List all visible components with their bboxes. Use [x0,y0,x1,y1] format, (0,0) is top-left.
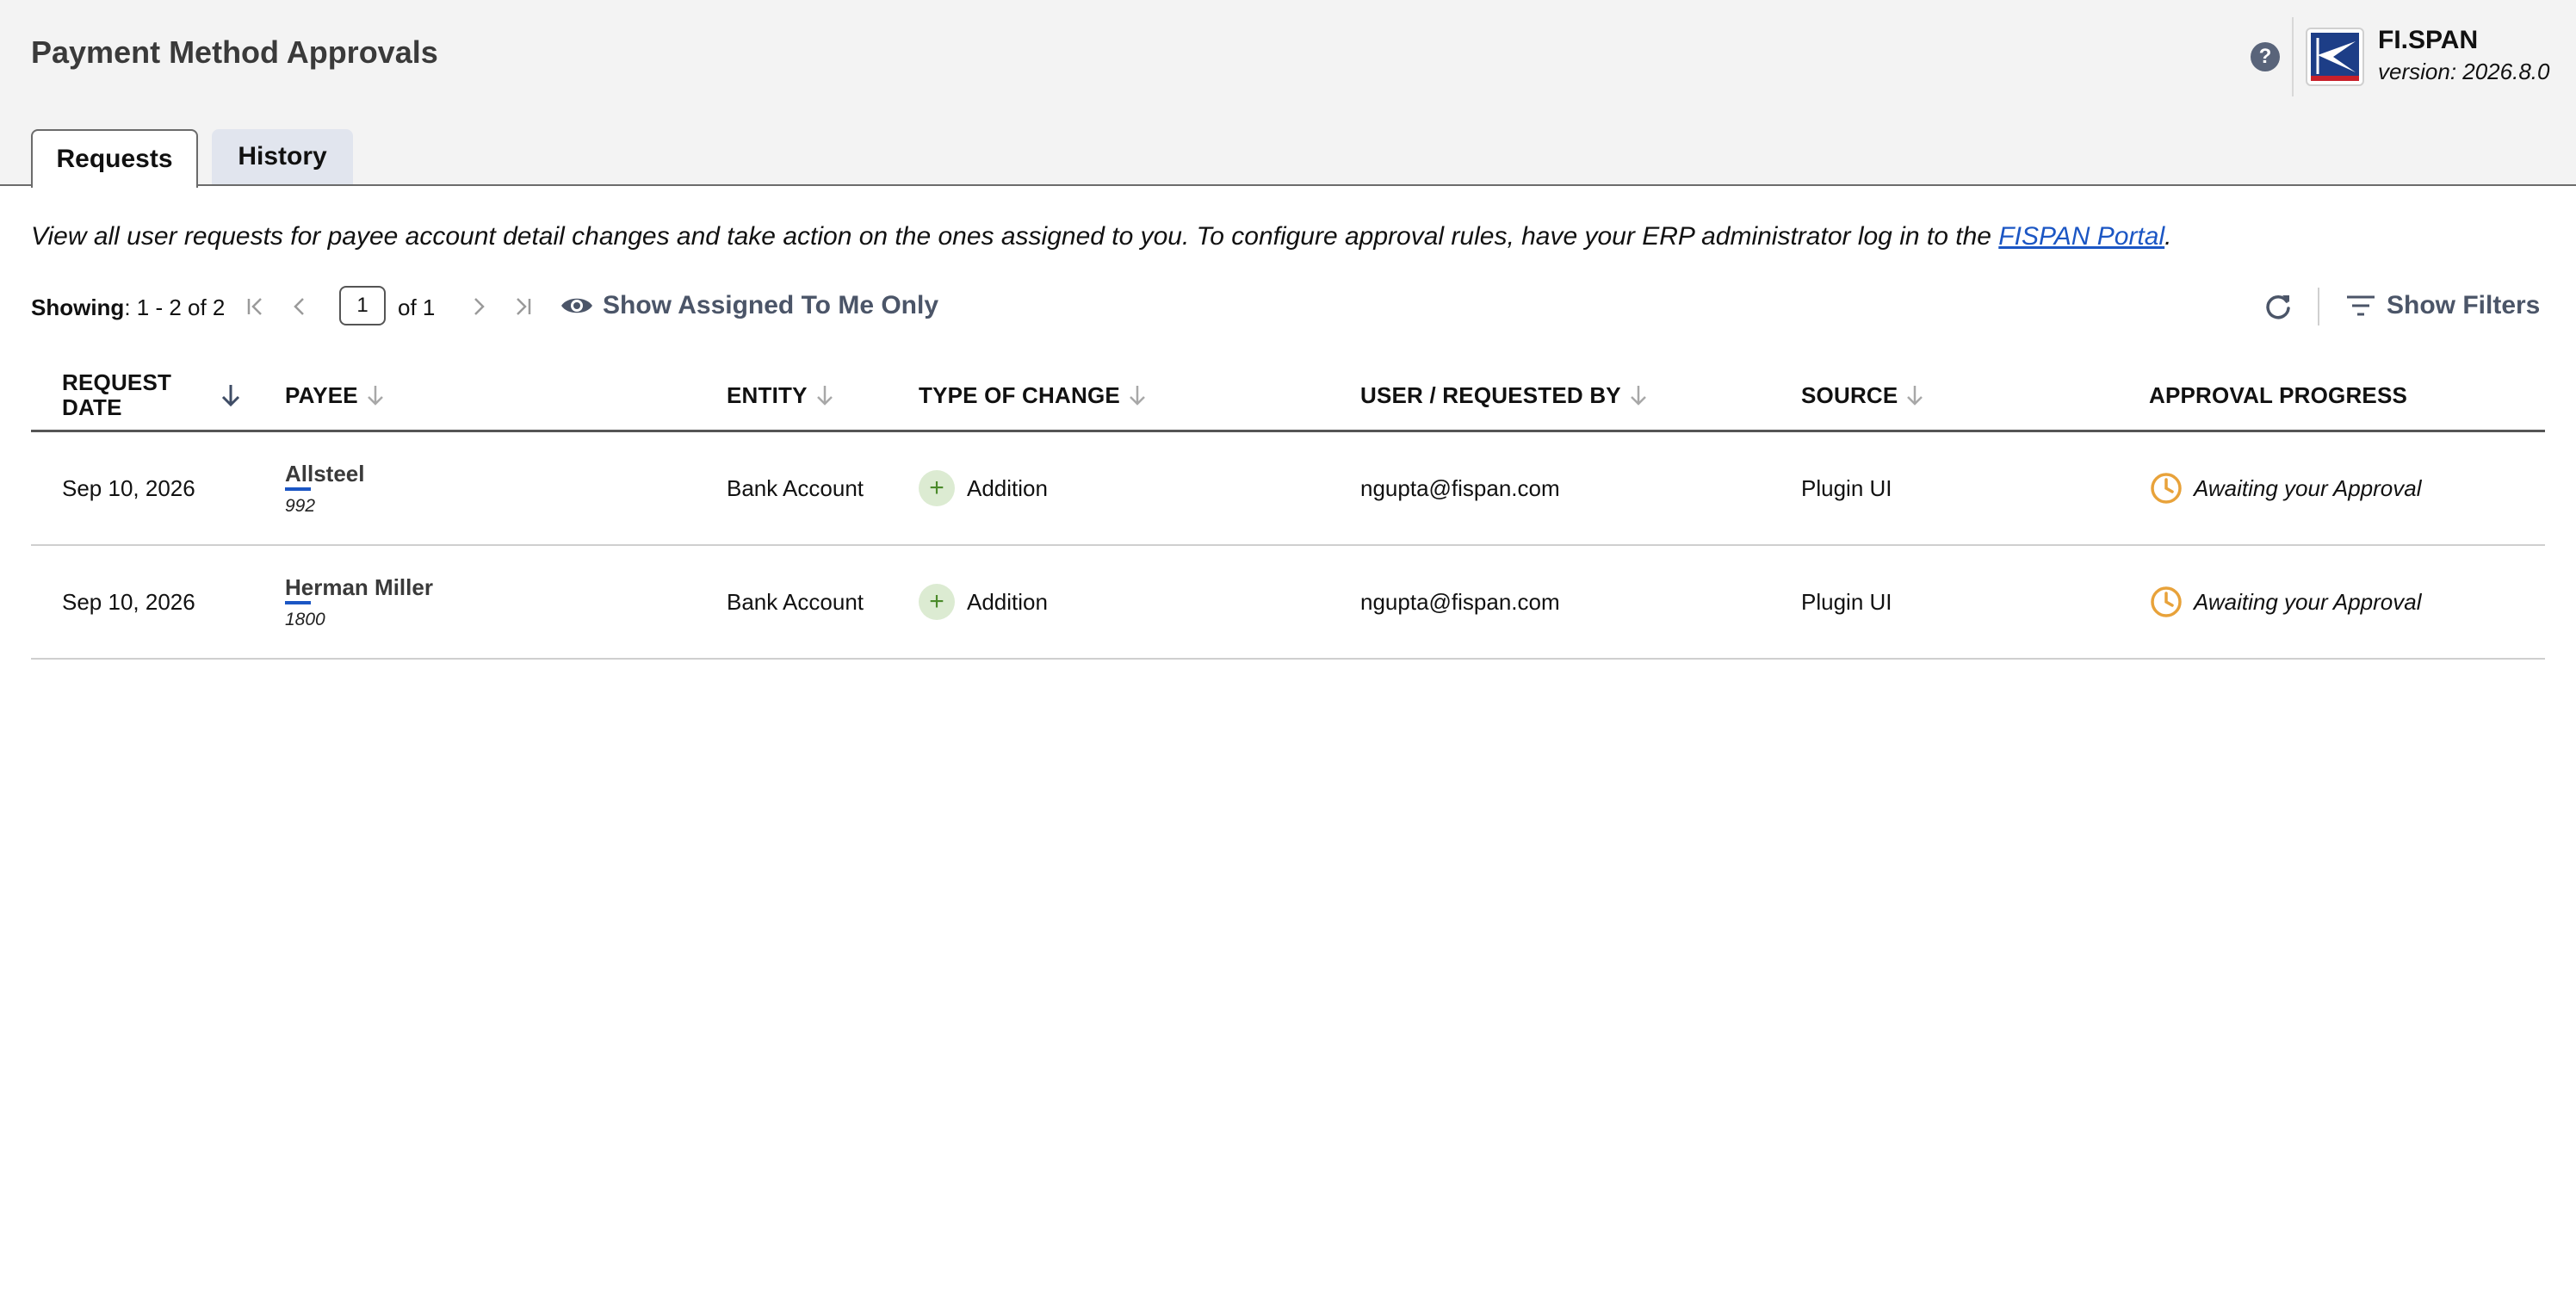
column-approval-progress-label: APPROVAL PROGRESS [2149,381,2408,408]
show-assigned-label: Show Assigned To Me Only [603,291,939,319]
column-payee-label: PAYEE [285,381,358,408]
column-user-requested-by-label: USER / REQUESTED BY [1360,381,1621,408]
question-circle-icon[interactable]: ? [2251,42,2280,71]
grid-toolbar: Showing: 1 - 2 of 2 of 1 Show Assigned T… [31,284,2545,331]
show-filters-button[interactable]: Show Filters [2345,288,2540,324]
fispan-portal-link[interactable]: FISPAN Portal [1998,222,2164,251]
show-filters-label: Show Filters [2387,291,2541,319]
showing-label: Showing [31,294,125,320]
column-request-date-line1: REQUEST [62,369,172,395]
column-type-of-change-label: TYPE OF CHANGE [919,381,1120,408]
type-of-change-cell: + Addition [919,432,1048,544]
column-entity-label: ENTITY [727,381,808,408]
column-type-of-change[interactable]: TYPE OF CHANGE [919,360,1148,431]
column-entity[interactable]: ENTITY [727,360,835,431]
entity-cell: Bank Account [727,474,864,501]
column-payee[interactable]: PAYEE [285,360,386,431]
intro-text: View all user requests for payee account… [31,222,2171,251]
payee-link[interactable]: Allsteel [285,461,365,491]
request-date-cell: Sep 10, 2026 [62,474,195,501]
eye-icon [561,298,592,313]
source-cell: Plugin UI [1801,474,1892,501]
change-label: Addition [967,588,1048,615]
show-assigned-to-me-button[interactable]: Show Assigned To Me Only [560,288,938,324]
column-request-date[interactable]: REQUEST DATE [62,360,242,431]
fispan-logo-icon [2311,33,2359,81]
column-user-requested-by[interactable]: USER / REQUESTED BY [1360,360,1649,431]
sort-arrow-icon[interactable] [1904,383,1925,407]
clock-icon [2149,585,2183,619]
requested-by-cell: ngupta@fispan.com [1360,474,1560,501]
approval-status: Awaiting your Approval [2194,474,2422,501]
column-approval-progress: APPROVAL PROGRESS [2149,360,2407,431]
toolbar-divider [2318,288,2319,325]
intro-suffix: . [2164,222,2172,251]
type-of-change-cell: + Addition [919,546,1048,658]
approval-status: Awaiting your Approval [2194,588,2422,615]
column-request-date-line2: DATE [62,394,122,420]
requested-by-cell: ngupta@fispan.com [1360,588,1560,615]
column-source[interactable]: SOURCE [1801,360,1925,431]
sort-arrow-icon[interactable] [814,383,835,407]
previous-page-icon[interactable] [284,291,315,322]
last-page-icon[interactable] [506,291,537,322]
header-divider [2292,17,2294,96]
app-version: version: 2026.8.0 [2378,59,2550,84]
change-label: Addition [967,474,1048,501]
request-date-cell: Sep 10, 2026 [62,588,195,615]
sort-arrow-icon[interactable] [1628,383,1649,407]
tab-history[interactable]: History [212,129,353,184]
source-cell: Plugin UI [1801,588,1892,615]
approval-progress-cell: Awaiting your Approval [2149,546,2421,658]
table-header: REQUEST DATE PAYEE ENTITY TYPE OF CHANGE… [31,360,2545,432]
page-title: Payment Method Approvals [31,34,438,70]
next-page-icon[interactable] [463,291,494,322]
plus-icon: + [919,584,955,620]
fispan-logo [2306,28,2364,86]
page-count: of 1 [398,294,436,320]
tab-requests[interactable]: Requests [31,129,198,188]
sort-desc-active-icon[interactable] [220,382,242,408]
first-page-icon[interactable] [241,291,272,322]
payee-id: 992 [285,495,316,516]
filter-icon [2347,295,2375,316]
payee-cell: Allsteel 992 [285,432,365,544]
sort-arrow-icon[interactable] [1127,383,1148,407]
sort-arrow-icon[interactable] [365,383,386,407]
showing-range: : 1 - 2 of 2 [124,294,226,320]
plus-icon: + [919,470,955,506]
column-source-label: SOURCE [1801,381,1898,408]
payee-cell: Herman Miller 1800 [285,546,433,658]
payee-id: 1800 [285,609,325,629]
table-row[interactable]: Sep 10, 2026 Allsteel 992 Bank Account +… [31,432,2545,546]
page-number-input[interactable] [339,286,386,325]
payee-link[interactable]: Herman Miller [285,574,433,604]
header-band [0,0,2576,186]
entity-cell: Bank Account [727,588,864,615]
refresh-icon[interactable] [2261,289,2295,324]
clock-icon [2149,471,2183,505]
approval-progress-cell: Awaiting your Approval [2149,432,2421,544]
table-row[interactable]: Sep 10, 2026 Herman Miller 1800 Bank Acc… [31,546,2545,660]
intro-body: View all user requests for payee account… [31,222,1999,251]
showing-summary: Showing: 1 - 2 of 2 [31,294,225,321]
brand-name: FI.SPAN [2378,26,2479,54]
